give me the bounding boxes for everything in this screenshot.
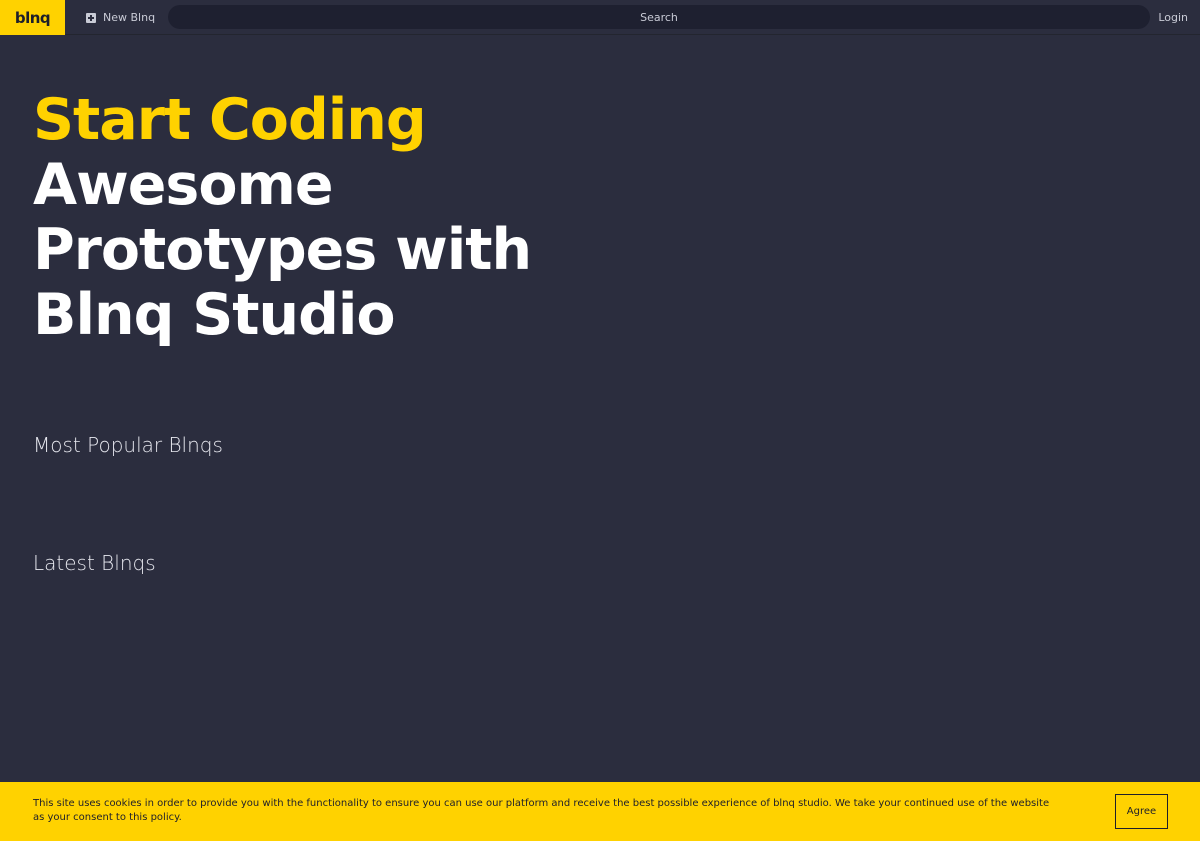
new-blnq-label: New Blnq [103,11,156,24]
hero-line-3: Prototypes with [33,217,532,283]
hero-heading: Start Coding Awesome Prototypes with Bln… [33,87,532,348]
agree-button[interactable]: Agree [1115,794,1168,829]
hero-accent-line: Start Coding [33,87,427,153]
cookie-message: This site uses cookies in order to provi… [33,798,1050,823]
new-blnq-button[interactable]: New Blnq [86,0,155,35]
login-link[interactable]: Login [1158,0,1188,35]
blnq-logo[interactable]: blnq [0,0,65,35]
hero-line-4: Blnq Studio [33,282,396,348]
plus-square-icon [86,12,96,23]
most-popular-heading: Most Popular Blnqs [33,433,223,457]
search-input[interactable] [168,5,1150,29]
latest-heading: Latest Blnqs [33,551,156,575]
top-navigation-bar: blnq New Blnq Login [0,0,1200,35]
hero-line-2: Awesome [33,152,334,218]
cookie-consent-bar: This site uses cookies in order to provi… [0,782,1200,841]
